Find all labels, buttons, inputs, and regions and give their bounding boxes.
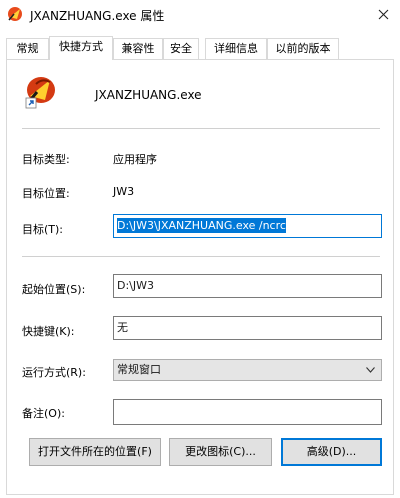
file-name: JXANZHUANG.exe (95, 88, 202, 102)
tab-previous-versions[interactable]: 以前的版本 (267, 38, 339, 59)
run-select-value: 常规窗口 (117, 363, 161, 376)
window-title: JXANZHUANG.exe 属性 (30, 9, 165, 23)
tab-shortcut[interactable]: 快捷方式 (49, 36, 113, 60)
comment-input[interactable] (113, 399, 382, 425)
change-icon-button[interactable]: 更改图标(C)... (169, 438, 272, 466)
tab-general[interactable]: 常规 (6, 38, 49, 59)
open-file-location-button[interactable]: 打开文件所在的位置(F) (29, 438, 161, 466)
tab-security[interactable]: 安全 (163, 38, 199, 59)
run-select[interactable]: 常规窗口 (113, 359, 382, 381)
target-label: 目标(T): (22, 223, 64, 236)
target-location-label: 目标位置: (22, 187, 70, 200)
start-in-input[interactable]: D:\JW3 (113, 274, 382, 298)
game-logo-icon (8, 7, 22, 21)
target-type-label: 目标类型: (22, 153, 70, 166)
start-in-label: 起始位置(S): (22, 283, 86, 296)
properties-window: JXANZHUANG.exe 属性 常规 快捷方式 兼容性 安全 详细信息 以前… (0, 0, 400, 498)
run-label: 运行方式(R): (22, 366, 86, 379)
game-logo-icon (25, 77, 55, 109)
close-button[interactable] (366, 0, 400, 28)
advanced-button[interactable]: 高级(D)... (281, 438, 382, 466)
separator (22, 128, 380, 129)
close-icon (378, 9, 388, 19)
separator (22, 256, 380, 257)
target-location-value: JW3 (113, 185, 135, 198)
hotkey-input[interactable]: 无 (113, 316, 382, 340)
tab-details[interactable]: 详细信息 (205, 38, 267, 59)
chevron-down-icon (364, 360, 376, 380)
target-input-value: D:\JW3\JXANZHUANG.exe /ncrc (117, 218, 286, 233)
target-type-value: 应用程序 (113, 153, 157, 166)
comment-label: 备注(O): (22, 407, 65, 420)
title-bar: JXANZHUANG.exe 属性 (0, 0, 400, 30)
tab-compatibility[interactable]: 兼容性 (113, 38, 163, 59)
hotkey-label: 快捷键(K): (22, 325, 75, 338)
target-input[interactable]: D:\JW3\JXANZHUANG.exe /ncrc (113, 214, 382, 238)
